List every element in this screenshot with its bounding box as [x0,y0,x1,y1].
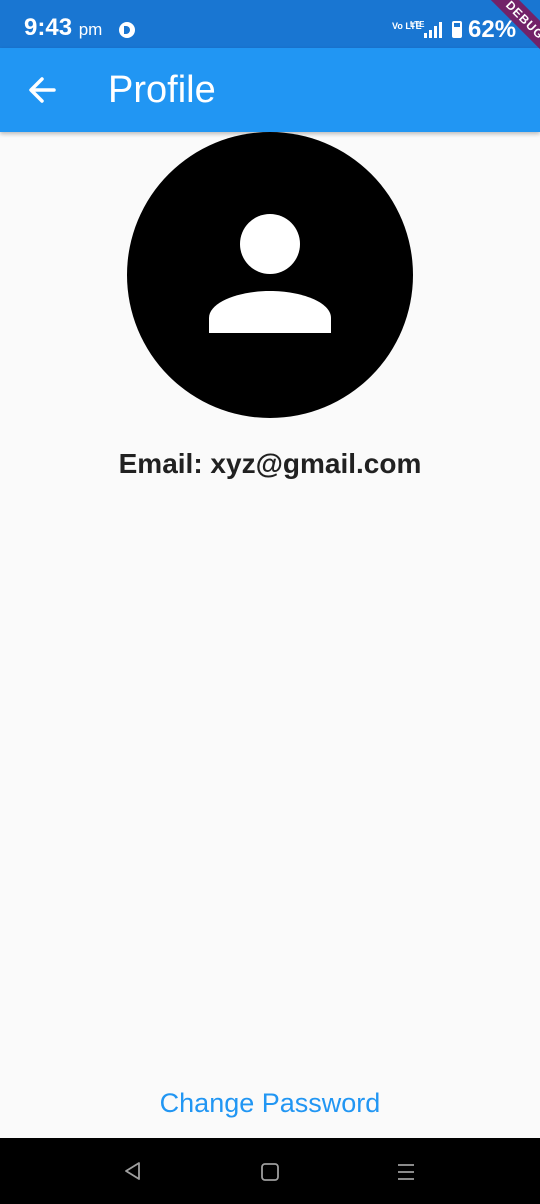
battery-icon [452,21,462,38]
back-button[interactable] [22,70,62,110]
signal-icon [424,22,444,38]
status-bar: 9:43 pm Vo LTE LTE 62% [0,0,540,48]
lte-indicator: LTE [410,20,425,29]
person-icon [209,214,331,333]
nav-back-icon[interactable] [122,1160,144,1182]
page-title: Profile [108,69,216,111]
email-text: Email: xyz@gmail.com [118,448,422,479]
status-time: 9:43 pm [24,14,102,42]
arrow-left-icon [29,77,56,103]
nav-home-icon[interactable] [260,1162,280,1182]
system-nav-bar [0,1138,540,1204]
notification-icon [119,22,135,38]
status-time-ampm: pm [78,20,103,39]
app-bar: Profile [0,48,540,132]
battery-percent: 62% [468,16,517,43]
avatar [127,132,413,418]
status-time-value: 9:43 [24,14,73,41]
nav-menu-icon[interactable] [396,1162,416,1182]
change-password-button[interactable]: Change Password [140,1081,400,1125]
